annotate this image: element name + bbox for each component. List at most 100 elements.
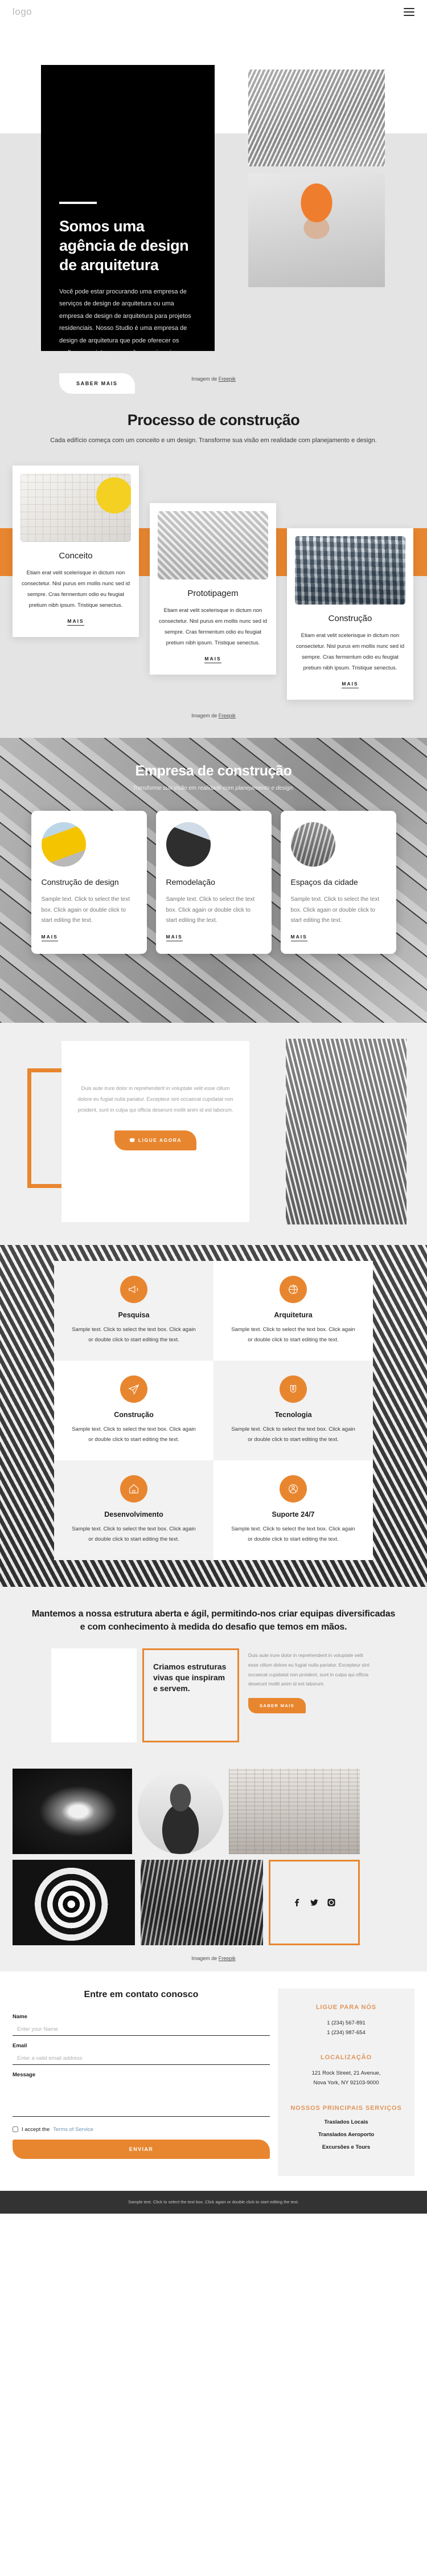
process-card-more-link[interactable]: MAIS [204,656,221,663]
feature-text: Sample text. Click to select the text bo… [72,1426,196,1443]
hero-image-worker [248,173,385,287]
terms-prefix: I accept the [22,2126,50,2133]
service-card-title: Remodelação [166,877,215,887]
service-card-title: Espaços da cidade [290,877,358,887]
service-card[interactable]: Construção de design Sample text. Click … [31,811,147,954]
submit-button[interactable]: ENVIAR [13,2139,270,2159]
service-link[interactable]: Traslados Locais [289,2119,403,2125]
process-card[interactable]: Conceito Etiam erat velit scelerisque in… [13,466,139,637]
twitter-icon[interactable] [310,1898,319,1907]
empresa-cards: Construção de design Sample text. Click … [0,811,427,954]
phone-icon: ☎ [129,1137,137,1143]
gallery-image-structure [141,1860,263,1946]
terms-link[interactable]: Terms of Service [53,2126,93,2133]
credit-link[interactable]: Freepik [219,376,236,382]
feature-cell[interactable]: Desenvolvimento Sample text. Click to se… [54,1460,214,1561]
feature-title: Tecnologia [274,1411,312,1419]
instagram-icon[interactable] [327,1898,336,1907]
name-field-group: Name [13,2014,270,2036]
gallery-image-portrait [138,1769,223,1855]
about-highlight-box: Criamos estruturas vivas que inspiram e … [142,1648,239,1743]
credit-link[interactable]: Freepik [219,1956,236,1961]
feature-title: Desenvolvimento [104,1511,163,1519]
cta-panel: Duis aute irure dolor in reprehenderit i… [61,1041,249,1222]
process-title: Processo de construção [127,411,300,428]
process-card-title: Conceito [59,551,93,561]
call-now-label: LIGUE AGORA [138,1137,182,1143]
name-input[interactable] [13,2023,270,2036]
service-card-text: Sample text. Click to select the text bo… [41,896,130,924]
email-label: Email [13,2042,27,2049]
service-card-title: Construção de design [41,877,119,887]
about-text-block: Duis aute irure dolor in reprehenderit i… [245,1648,376,1742]
service-card-more-link[interactable]: MAIS [166,934,183,941]
feature-text: Sample text. Click to select the text bo… [72,1526,196,1542]
hamburger-icon[interactable] [404,8,414,16]
message-field-group: Message [13,2072,270,2120]
feature-cell[interactable]: Tecnologia Sample text. Click to select … [214,1361,373,1461]
feature-text: Sample text. Click to select the text bo… [72,1326,196,1343]
message-input[interactable] [13,2081,270,2117]
gallery-image-spiral [13,1860,135,1946]
site-logo[interactable]: logo [13,6,32,18]
footer-info: LIGUE PARA NÓS 1 (234) 567-891 1 (234) 9… [278,1989,414,2177]
process-cards-wrap: Conceito Etiam erat velit scelerisque in… [0,460,427,705]
feature-cell[interactable]: Arquitetura Sample text. Click to select… [214,1261,373,1361]
gallery-section: Imagem de Freepik [0,1759,427,1972]
process-subtitle: Cada edifício começa com um conceito e u… [50,437,377,444]
feature-title: Suporte 24/7 [272,1511,315,1519]
credit-prefix: Imagem de [191,1956,219,1962]
name-label: Name [13,2013,27,2020]
credit-link[interactable]: Freepik [219,713,236,718]
location-block: LOCALIZAÇÃO 121 Rock Street, 21 Avenue, … [289,2054,403,2088]
about-cta-button[interactable]: SABER MAIS [248,1697,306,1713]
process-card[interactable]: Construção Etiam erat velit scelerisque … [287,528,413,700]
process-card[interactable]: Prototipagem Etiam erat velit scelerisqu… [150,503,276,675]
landing-page: logo Somos uma agência de design de arqu… [0,0,427,2214]
globe-icon [280,1276,307,1303]
process-card-image [295,536,405,605]
hero-title: Somos uma agência de design de arquitetu… [59,218,189,274]
call-now-button[interactable]: ☎ LIGUE AGORA [114,1130,197,1150]
address-line-2: Nova York, NY 92103-9000 [313,2079,379,2086]
facebook-icon[interactable] [293,1898,302,1907]
hero-card: Somos uma agência de design de arquitetu… [41,65,215,394]
service-card[interactable]: Remodelação Sample text. Click to select… [155,811,272,954]
location-title: LOCALIZAÇÃO [321,2054,372,2061]
phone-number[interactable]: 1 (234) 987-654 [289,2028,403,2038]
service-link[interactable]: Translados Aeroporto [289,2132,403,2138]
process-card-more-link[interactable]: MAIS [342,681,359,688]
phone-number[interactable]: 1 (234) 567-891 [289,2019,403,2028]
footer-section: Entre em contato conosco Name Email Mess… [0,1971,427,2214]
service-card-more-link[interactable]: MAIS [41,934,58,941]
service-card-more-link[interactable]: MAIS [290,934,307,941]
process-card-title: Construção [328,614,372,623]
about-section: Mantemos a nossa estrutura aberta e ágil… [0,1587,427,1760]
feature-cell[interactable]: Pesquisa Sample text. Click to select th… [54,1261,214,1361]
service-card-text: Sample text. Click to select the text bo… [166,896,255,924]
call-title: LIGUE PARA NÓS [315,2004,377,2011]
email-input[interactable] [13,2052,270,2065]
about-box-title: Criamos estruturas vivas que inspiram e … [153,1662,227,1693]
service-card[interactable]: Espaços da cidade Sample text. Click to … [280,811,396,954]
cta-section: Duis aute irure dolor in reprehenderit i… [0,1023,427,1245]
support-icon [280,1475,307,1503]
hero-paragraph: Você pode estar procurando uma empresa d… [59,288,191,357]
hero-cta-button[interactable]: SABER MAIS [59,373,135,394]
terms-checkbox[interactable] [13,2126,18,2133]
service-link[interactable]: Excursões e Tours [289,2144,403,2150]
feature-cell[interactable]: Suporte 24/7 Sample text. Click to selec… [214,1460,373,1561]
feature-title: Arquitetura [274,1311,313,1319]
feature-cell[interactable]: Construção Sample text. Click to select … [54,1361,214,1461]
process-section: Imagem de Freepik Processo de construção… [0,366,427,738]
social-links [293,1898,336,1907]
about-heading: Mantemos a nossa estrutura aberta e ágil… [31,1609,396,1632]
process-card-more-link[interactable]: MAIS [67,618,84,626]
process-card-text: Etiam erat velit scelerisque in dictum n… [21,570,130,609]
site-header: logo [0,0,427,24]
hero-rule [59,202,97,204]
bottom-bar: Sample text. Click to select the text bo… [0,2191,427,2214]
empresa-subtitle: Transforme sua visão em realidade com pl… [133,785,294,791]
feature-text: Sample text. Click to select the text bo… [231,1526,355,1542]
magnet-icon [280,1375,307,1403]
